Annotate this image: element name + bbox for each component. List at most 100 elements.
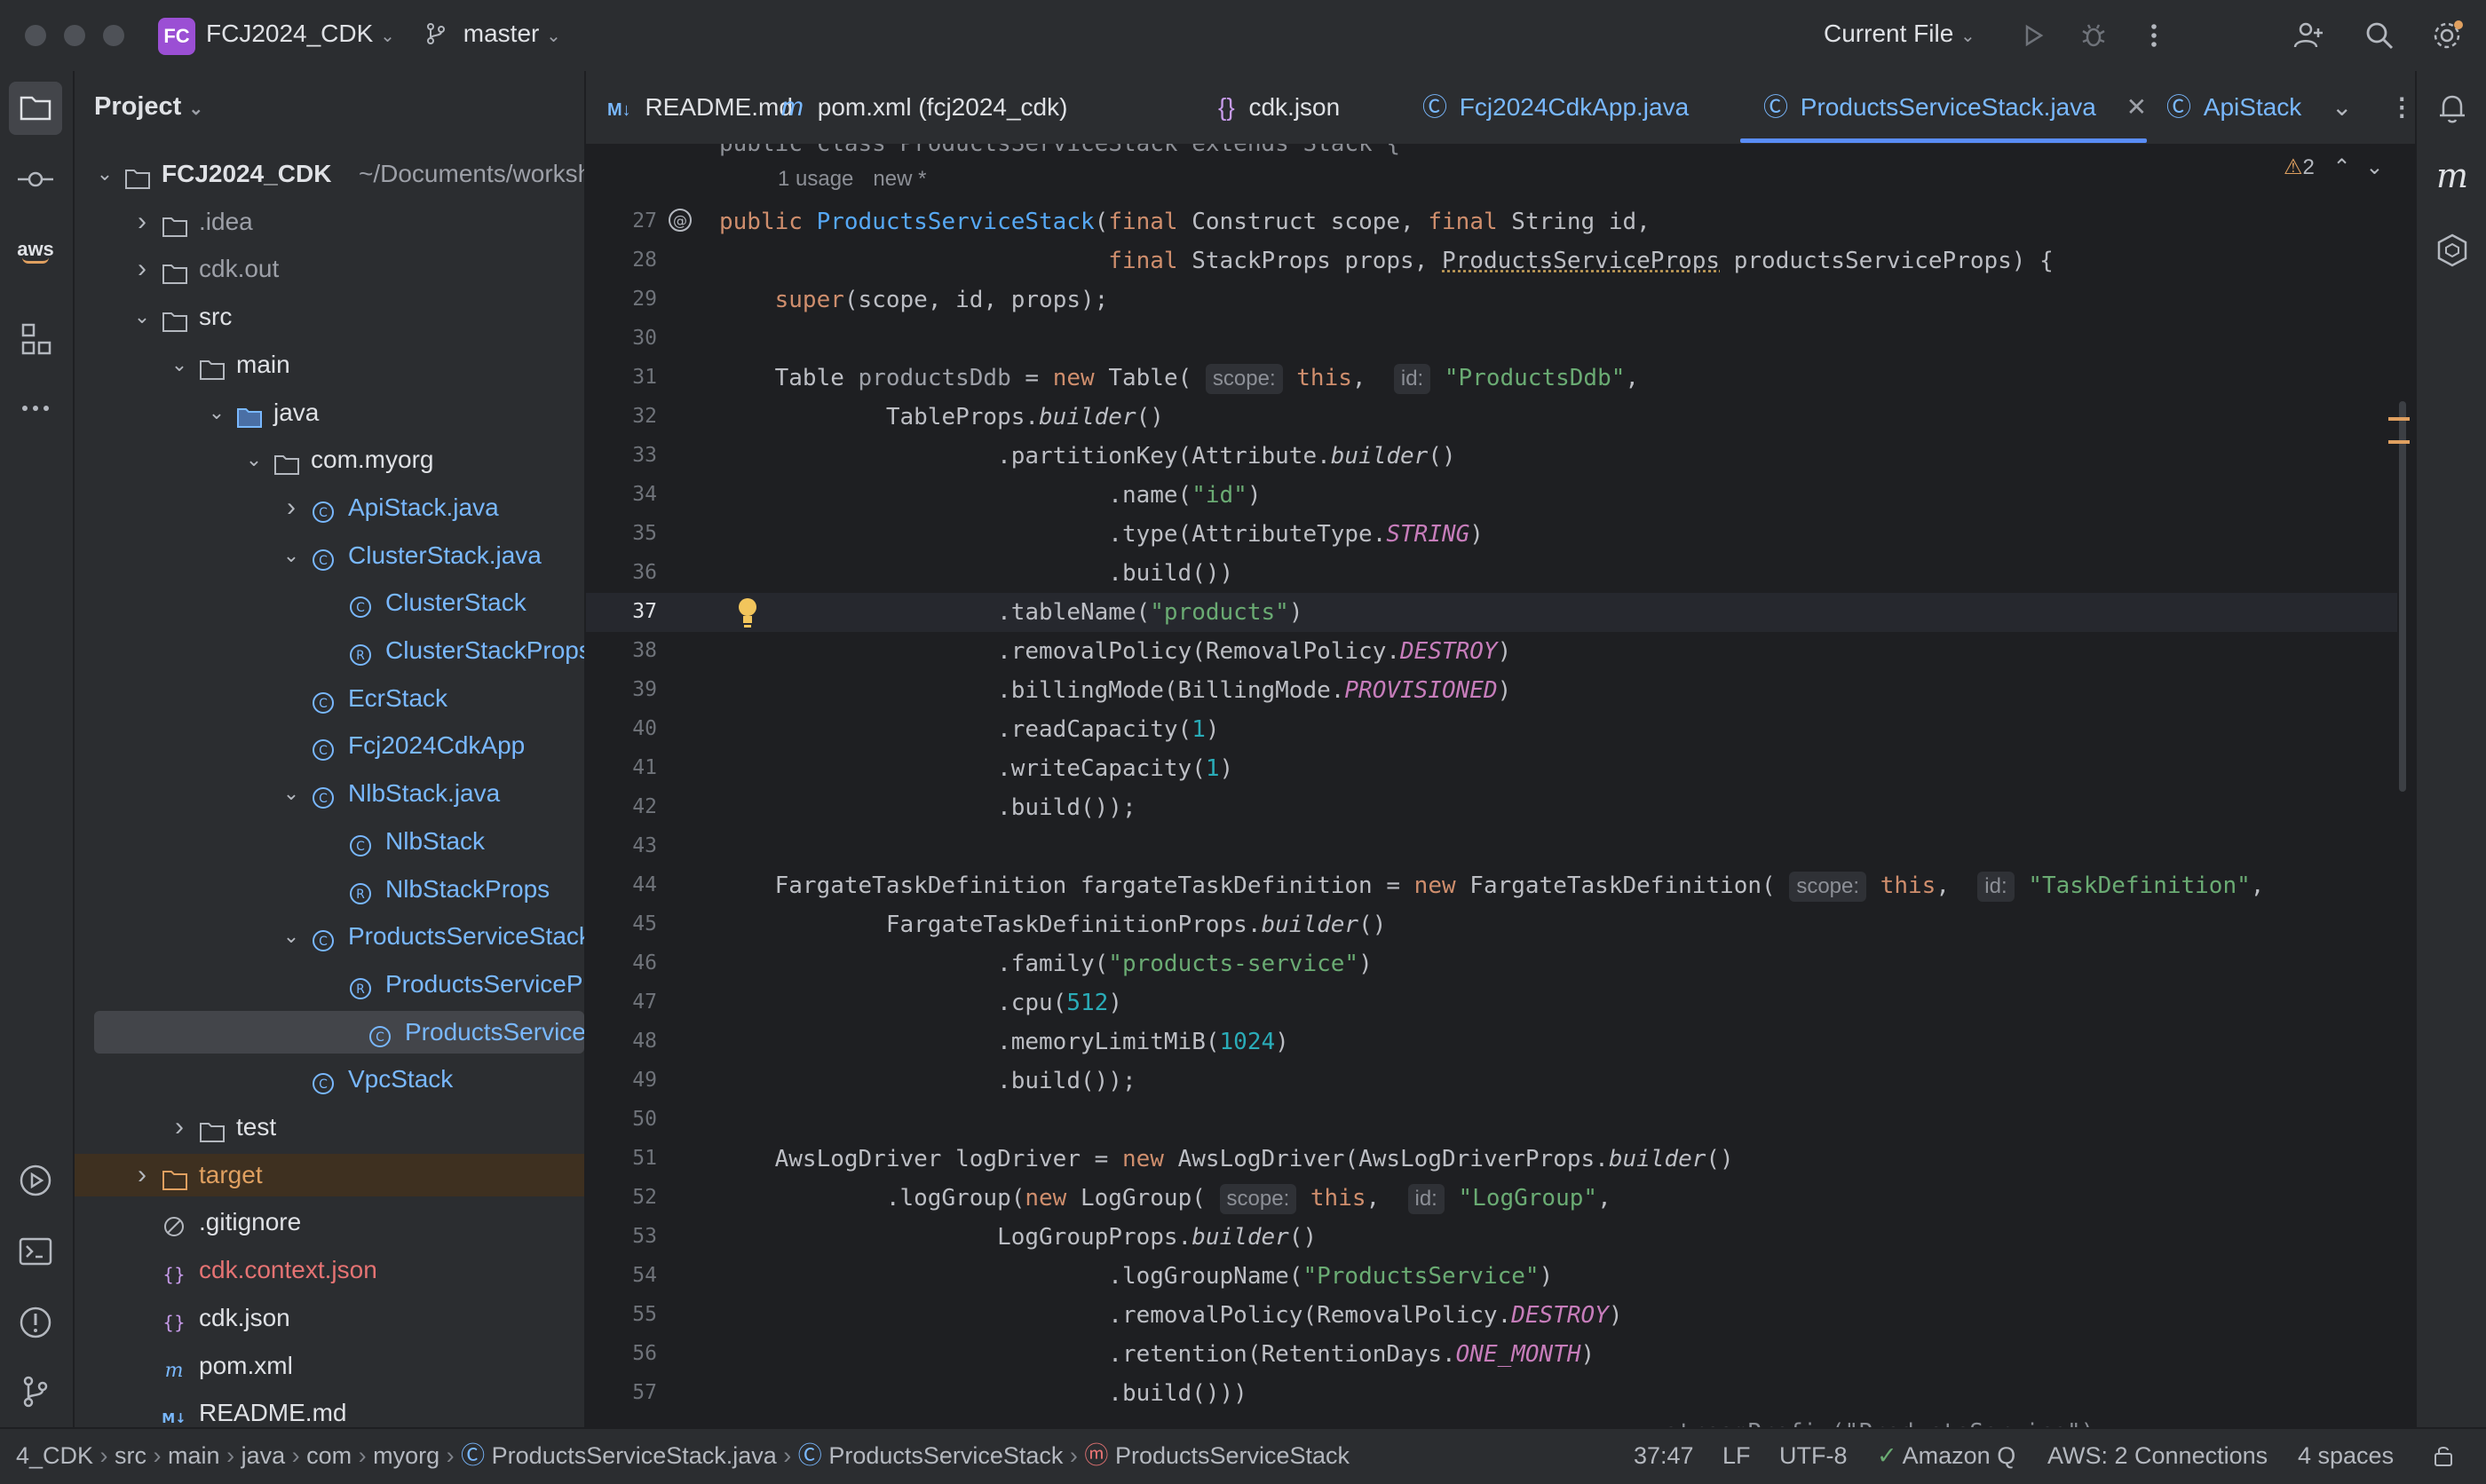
settings-gear-icon[interactable] xyxy=(2429,18,2465,53)
collapse-arrow-icon[interactable]: ⌄ xyxy=(243,438,265,481)
inspection-widget[interactable]: ⚠2 ⌃ ⌄ xyxy=(2284,154,2383,180)
line-number[interactable]: 49 xyxy=(586,1069,657,1092)
line-number[interactable]: 41 xyxy=(586,756,657,779)
tree-item[interactable]: {} cdk.context.json xyxy=(75,1249,584,1291)
breadcrumb-item[interactable]: src xyxy=(115,1442,146,1469)
line-number[interactable]: 35 xyxy=(586,522,657,545)
tree-item[interactable]: ⌄ FCJ2024_CDK ~/Documents/workshop xyxy=(75,153,584,195)
line-number[interactable]: 51 xyxy=(586,1147,657,1170)
problems-icon[interactable] xyxy=(16,1303,55,1342)
close-tab-icon[interactable]: ✕ xyxy=(2126,93,2147,121)
tree-item[interactable]: ⌄ com.myorg xyxy=(75,438,584,481)
line-number[interactable]: 52 xyxy=(586,1186,657,1209)
tree-item[interactable]: ⌄ C NlbStack.java xyxy=(75,772,584,815)
line-number[interactable]: 50 xyxy=(586,1108,657,1131)
tab-apistack[interactable]: Ⓒ ApiStack xyxy=(2166,71,2301,144)
line-number[interactable]: 54 xyxy=(586,1264,657,1287)
tab-productsservicestack[interactable]: Ⓒ ProductsServiceStack.java ✕ xyxy=(1763,71,2147,144)
amazon-q-status[interactable]: ✓ Amazon Q xyxy=(1877,1429,2015,1482)
tree-item[interactable]: C ClusterStack xyxy=(75,581,584,624)
line-number[interactable]: 47 xyxy=(586,991,657,1014)
minimize-window-button[interactable] xyxy=(64,25,85,46)
tree-item[interactable]: R NlbStackProps xyxy=(75,868,584,911)
collapse-arrow-icon[interactable]: ⌄ xyxy=(281,915,302,958)
line-number[interactable]: 46 xyxy=(586,951,657,975)
line-number[interactable]: 32 xyxy=(586,405,657,428)
line-separator[interactable]: LF xyxy=(1722,1429,1751,1482)
line-number[interactable]: 56 xyxy=(586,1342,657,1365)
project-badge[interactable]: FC xyxy=(158,18,195,55)
breadcrumb-item[interactable]: ProductsServiceStack xyxy=(828,1442,1063,1469)
code-editor[interactable]: 27 28 29 30 31 32 33 34 35 36 37 38 39 40 41 42 43 44 45 46… xyxy=(586,144,2415,1427)
line-number[interactable]: 38 xyxy=(586,639,657,662)
project-switcher[interactable]: FCJ2024_CDK ⌄ xyxy=(206,20,395,48)
line-number[interactable]: 33 xyxy=(586,444,657,467)
debug-icon[interactable] xyxy=(2076,18,2111,53)
line-number[interactable]: 53 xyxy=(586,1225,657,1248)
line-number[interactable]: 48 xyxy=(586,1030,657,1053)
read-only-lock-icon[interactable] xyxy=(2431,1443,2456,1468)
tree-item[interactable]: ⌄ java xyxy=(75,391,584,434)
structure-icon[interactable] xyxy=(16,320,55,359)
run-icon[interactable] xyxy=(2015,18,2051,53)
commit-icon[interactable] xyxy=(16,160,55,199)
line-number[interactable]: 55 xyxy=(586,1303,657,1326)
aws-toolkit-icon[interactable]: aws xyxy=(16,236,55,275)
breadcrumb-item[interactable]: ProductsServiceStack.java xyxy=(492,1442,777,1469)
terminal-icon[interactable] xyxy=(16,1232,55,1271)
branch-switcher[interactable]: master ⌄ xyxy=(424,20,561,48)
line-number[interactable]: 40 xyxy=(586,717,657,740)
line-number[interactable]: 29 xyxy=(586,288,657,311)
breadcrumb-item[interactable]: java xyxy=(241,1442,286,1469)
breadcrumb-item[interactable]: ProductsServiceStack xyxy=(1115,1442,1350,1469)
file-encoding[interactable]: UTF-8 xyxy=(1779,1429,1848,1482)
warning-stripe-marker[interactable] xyxy=(2388,417,2410,421)
tab-pom[interactable]: m pom.xml (fcj2024_cdk) xyxy=(781,71,1067,144)
collapse-arrow-icon[interactable]: ⌄ xyxy=(169,343,190,386)
breadcrumb-item[interactable]: 4_CDK xyxy=(16,1442,93,1469)
tab-actions-menu-icon[interactable]: ⋮ xyxy=(2389,93,2414,121)
project-view-selector[interactable]: Project ⌄ xyxy=(94,92,203,122)
tree-item[interactable]: › target xyxy=(75,1153,584,1196)
usages-hint[interactable]: 1 usage new * xyxy=(778,167,926,192)
add-user-icon[interactable] xyxy=(2291,18,2326,53)
line-number[interactable]: 27 xyxy=(586,209,657,233)
maximize-window-button[interactable] xyxy=(103,25,124,46)
tab-cdk-json[interactable]: {} cdk.json xyxy=(1218,71,1340,144)
project-folder-icon[interactable] xyxy=(9,82,62,135)
tree-item[interactable]: C EcrStack xyxy=(75,677,584,720)
line-number[interactable]: 34 xyxy=(586,483,657,506)
line-number[interactable]: 37 xyxy=(586,600,657,623)
aws-connections[interactable]: AWS: 2 Connections xyxy=(2047,1429,2268,1482)
line-number[interactable]: 31 xyxy=(586,366,657,389)
expand-arrow-icon[interactable]: › xyxy=(281,486,302,529)
services-icon[interactable] xyxy=(16,1161,55,1200)
tree-item[interactable]: R ProductsServiceProps xyxy=(75,963,584,1006)
expand-arrow-icon[interactable]: › xyxy=(131,248,153,290)
warning-stripe-marker[interactable] xyxy=(2388,440,2410,444)
tree-item[interactable]: C VpcStack xyxy=(75,1058,584,1101)
collapse-arrow-icon[interactable]: ⌄ xyxy=(206,391,227,434)
previous-highlight-icon[interactable]: ⌃ xyxy=(2333,155,2351,179)
line-number[interactable]: 43 xyxy=(586,834,657,857)
line-number[interactable]: 30 xyxy=(586,327,657,350)
tree-item[interactable]: m pom.xml xyxy=(75,1345,584,1387)
tree-item[interactable]: C Fcj2024CdkApp xyxy=(75,724,584,767)
tree-item[interactable]: M↓ README.md xyxy=(75,1392,584,1427)
maven-tool-window-icon[interactable]: m xyxy=(2436,156,2468,195)
tree-item[interactable]: › C ApiStack.java xyxy=(75,486,584,529)
more-tool-windows-icon[interactable] xyxy=(16,389,55,428)
indent-setting[interactable]: 4 spaces xyxy=(2298,1429,2394,1482)
tree-item[interactable]: › cdk.out xyxy=(75,248,584,290)
expand-arrow-icon[interactable]: › xyxy=(169,1106,190,1149)
collapse-arrow-icon[interactable]: ⌄ xyxy=(94,153,115,195)
line-number[interactable]: 42 xyxy=(586,795,657,818)
collapse-arrow-icon[interactable]: ⌄ xyxy=(131,296,153,338)
line-number[interactable]: 36 xyxy=(586,561,657,584)
close-window-button[interactable] xyxy=(25,25,46,46)
tree-item[interactable]: ⌄ C ClusterStack.java xyxy=(75,534,584,577)
git-icon[interactable] xyxy=(16,1372,55,1411)
caret-position[interactable]: 37:47 xyxy=(1634,1429,1694,1482)
line-number[interactable]: 39 xyxy=(586,678,657,701)
run-configuration-selector[interactable]: Current File ⌄ xyxy=(1824,20,1975,48)
